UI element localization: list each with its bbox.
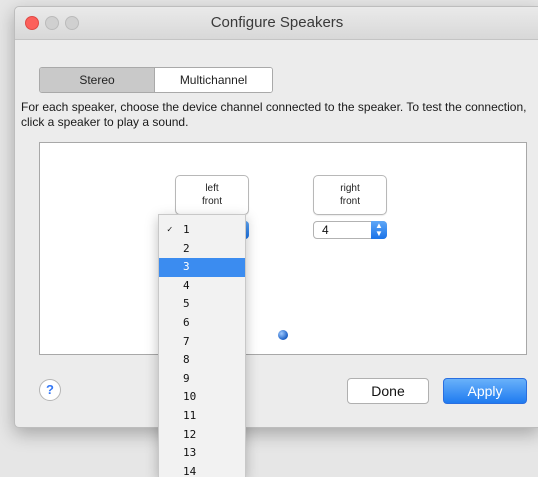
speaker-layout-panel: left front 1 ▲▼ right front 4 ▲▼ [39, 142, 527, 355]
menu-item-9[interactable]: 9 [159, 370, 245, 389]
segment-stereo[interactable]: Stereo [40, 68, 155, 92]
left-speaker-label-line2: front [201, 196, 222, 207]
listener-position-icon [278, 330, 288, 340]
menu-item-11[interactable]: 11 [159, 407, 245, 426]
help-button[interactable]: ? [39, 379, 61, 401]
channel-dropdown-menu: ✓ 1 2 3 4 5 6 7 8 9 10 11 12 13 14 [158, 214, 246, 477]
speaker-mode-segmented-control: Stereo Multichannel [39, 67, 273, 93]
menu-item-14[interactable]: 14 [159, 463, 245, 477]
right-channel-popup[interactable]: 4 ▲ ▼ [313, 221, 387, 239]
popup-arrows-icon: ▲▼ [371, 221, 387, 239]
left-speaker-label-line1: left [205, 183, 219, 194]
apply-button[interactable]: Apply [443, 378, 527, 404]
left-front-speaker-button[interactable]: left front [175, 175, 249, 215]
menu-item-2[interactable]: 2 [159, 240, 245, 259]
menu-item-12[interactable]: 12 [159, 426, 245, 445]
menu-item-4[interactable]: 4 [159, 277, 245, 296]
segment-multichannel[interactable]: Multichannel [155, 68, 272, 92]
menu-item-6[interactable]: 6 [159, 314, 245, 333]
menu-item-8[interactable]: 8 [159, 351, 245, 370]
menu-item-5[interactable]: 5 [159, 295, 245, 314]
right-speaker-label-line2: front [339, 196, 360, 207]
right-speaker-label-line1: right [340, 183, 360, 194]
menu-item-13[interactable]: 13 [159, 444, 245, 463]
menu-item-10[interactable]: 10 [159, 388, 245, 407]
menu-item-1[interactable]: ✓ 1 [159, 221, 245, 240]
checkmark-icon: ✓ [167, 225, 173, 235]
right-front-speaker-button[interactable]: right front [313, 175, 387, 215]
window-title: Configure Speakers [210, 14, 344, 31]
instructions-text: For each speaker, choose the device chan… [21, 100, 527, 129]
menu-item-7[interactable]: 7 [159, 333, 245, 352]
right-channel-value: 4 [322, 223, 329, 237]
title-bar: Configure Speakers [15, 7, 538, 40]
configure-speakers-window: Configure Speakers Stereo Multichannel F… [14, 6, 538, 428]
done-button[interactable]: Done [347, 378, 429, 404]
menu-item-3[interactable]: 3 [159, 258, 245, 277]
